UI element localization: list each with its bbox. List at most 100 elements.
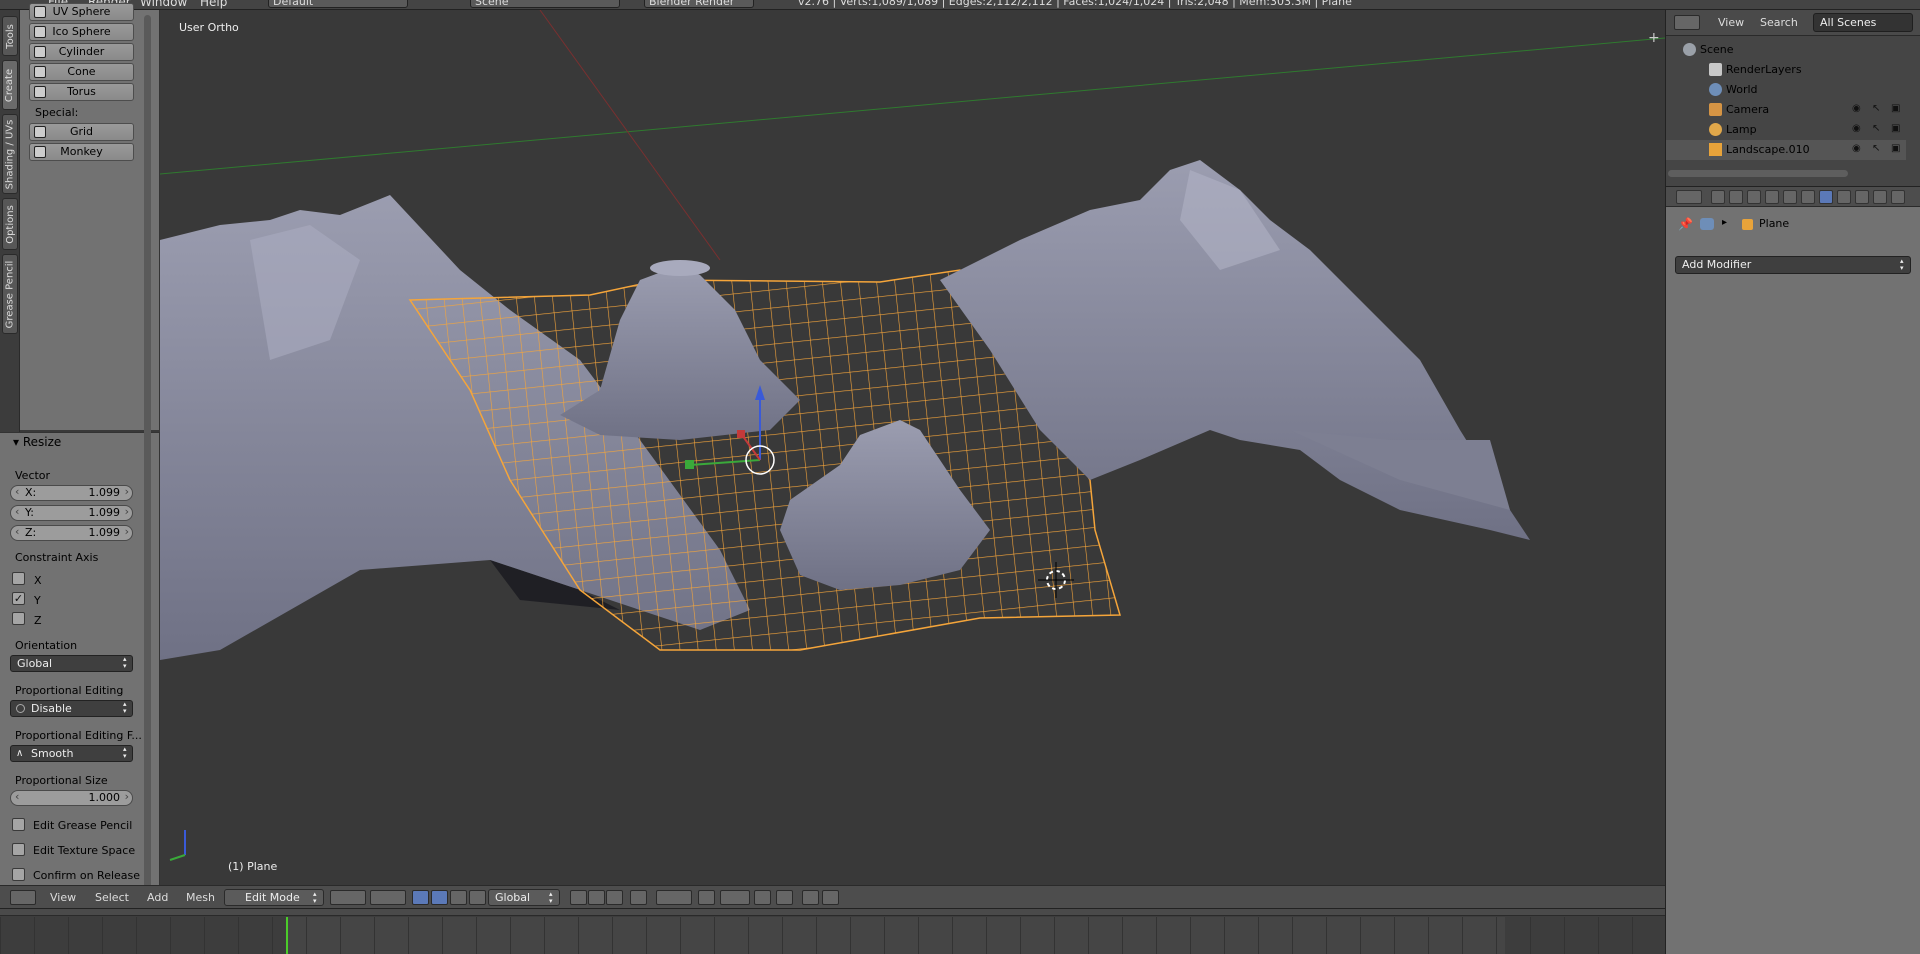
layout-selector[interactable]: Default [268,0,408,8]
rotate-manipulator-icon[interactable] [450,890,467,905]
proportional-off-icon [16,704,25,713]
proportional-editing-icon[interactable] [656,890,692,905]
add-modifier-select[interactable]: Add Modifier [1675,256,1911,274]
selectability-arrow-icon[interactable]: ↖ [1872,143,1880,154]
constraints-tab-icon[interactable] [1801,190,1815,204]
world-tab-icon[interactable] [1765,190,1779,204]
proportional-falloff-select[interactable]: ∧ Smooth [10,745,133,762]
tool-shelf-scrollbar[interactable] [144,15,151,895]
add-torus-button[interactable]: Torus [29,83,134,101]
snap-element-icon[interactable] [720,890,750,905]
vector-x-field[interactable]: X:1.099 [10,485,133,501]
menu-mesh[interactable]: Mesh [186,889,215,906]
render-image-icon[interactable] [802,890,819,905]
edit-grease-pencil-checkbox[interactable] [12,818,25,831]
scene-tab-icon[interactable] [1747,190,1761,204]
tab-create[interactable]: Create [2,60,18,110]
texture-tab-icon[interactable] [1873,190,1887,204]
manipulator-toggle-icon[interactable] [412,890,429,905]
outliner-row-renderlayers[interactable]: RenderLayers [1666,60,1906,80]
visibility-eye-icon[interactable]: ◉ [1852,143,1861,154]
render-tab-icon[interactable] [1711,190,1725,204]
renderability-camera-icon[interactable]: ▣ [1891,143,1900,154]
scale-manipulator-icon[interactable] [469,890,486,905]
vector-z-field[interactable]: Z:1.099 [10,525,133,541]
confirm-on-release-label: Confirm on Release [33,869,141,882]
constraint-x-checkbox[interactable] [12,572,25,585]
outliner-menu-view[interactable]: View [1718,16,1744,29]
outliner: View Search All Scenes Scene RenderLayer… [1665,10,1920,186]
menu-select[interactable]: Select [95,889,129,906]
visibility-eye-icon[interactable]: ◉ [1852,103,1861,114]
data-tab-icon[interactable] [1837,190,1851,204]
pivot-point-icon[interactable] [370,890,406,905]
proportional-size-field[interactable]: 1.000 [10,790,133,806]
render-layers-tab-icon[interactable] [1729,190,1743,204]
add-uv-sphere-button[interactable]: UV Sphere [29,3,134,21]
confirm-on-release-checkbox[interactable] [12,868,25,881]
edit-texture-space-label: Edit Texture Space [33,844,136,857]
limit-selection-icon[interactable] [630,890,647,905]
outliner-row-scene[interactable]: Scene [1666,40,1906,60]
edge-select-icon[interactable] [588,890,605,905]
tab-options[interactable]: Options [2,198,18,250]
transform-orientation-select[interactable]: Global [488,889,560,906]
material-tab-icon[interactable] [1855,190,1869,204]
3d-viewport[interactable]: + User Ortho (1) Plane [160,10,1665,885]
outliner-row-lamp[interactable]: Lamp ◉ ↖ ▣ [1666,120,1906,140]
add-ico-sphere-button[interactable]: Ico Sphere [29,23,134,41]
tab-grease-pencil[interactable]: Grease Pencil [2,254,18,334]
scene-selector[interactable]: Scene [470,0,620,8]
viewport-shading-icon[interactable] [330,890,366,905]
object-tab-icon[interactable] [1783,190,1797,204]
modifiers-tab-icon[interactable] [1819,190,1833,204]
orientation-label: Orientation [15,639,78,652]
menu-window[interactable]: Window [140,0,187,9]
menu-help[interactable]: Help [200,0,227,9]
editor-type-icon[interactable] [10,890,36,905]
render-engine-selector[interactable]: Blender Render [644,0,754,8]
constraint-z-checkbox[interactable] [12,612,25,625]
face-select-icon[interactable] [606,890,623,905]
outliner-editor-type-icon[interactable] [1674,15,1700,30]
proportional-editing-select[interactable]: Disable [10,700,133,717]
renderability-camera-icon[interactable]: ▣ [1891,123,1900,134]
properties-editor-type-icon[interactable] [1676,190,1702,204]
menu-view[interactable]: View [50,889,76,906]
constraint-y-label: Y [34,594,41,607]
outliner-row-camera[interactable]: Camera ◉ ↖ ▣ [1666,100,1906,120]
vector-y-field[interactable]: Y:1.099 [10,505,133,521]
outliner-display-mode[interactable]: All Scenes [1813,13,1913,32]
tab-tools[interactable]: Tools [2,16,18,56]
particles-tab-icon[interactable] [1891,190,1905,204]
opengl-render-icon[interactable] [776,890,793,905]
timeline[interactable] [0,908,1665,954]
outliner-row-landscape[interactable]: Landscape.010 ◉ ↖ ▣ [1666,140,1906,160]
redo-panel-header[interactable]: ▾ Resize [13,435,61,449]
tab-shading-uvs[interactable]: Shading / UVs [2,114,18,194]
vertex-select-icon[interactable] [570,890,587,905]
add-cone-button[interactable]: Cone [29,63,134,81]
menu-add[interactable]: Add [147,889,168,906]
region-expand-icon[interactable]: + [1648,30,1660,46]
constraint-y-checkbox[interactable]: ✓ [12,592,25,605]
add-cylinder-button[interactable]: Cylinder [29,43,134,61]
translate-manipulator-icon[interactable] [431,890,448,905]
renderability-camera-icon[interactable]: ▣ [1891,103,1900,114]
visibility-eye-icon[interactable]: ◉ [1852,123,1861,134]
selectability-arrow-icon[interactable]: ↖ [1872,103,1880,114]
orientation-select[interactable]: Global [10,655,133,672]
current-frame-marker[interactable] [286,917,288,954]
add-grid-button[interactable]: Grid [29,123,134,141]
selectability-arrow-icon[interactable]: ↖ [1872,123,1880,134]
render-animation-icon[interactable] [822,890,839,905]
add-monkey-button[interactable]: Monkey [29,143,134,161]
outliner-menu-search[interactable]: Search [1760,16,1798,29]
outliner-row-world[interactable]: World [1666,80,1906,100]
outliner-hscrollbar[interactable] [1668,170,1848,177]
snap-target-icon[interactable] [754,890,771,905]
pin-icon[interactable]: 📌 [1678,217,1693,231]
mode-select[interactable]: Edit Mode [224,889,324,906]
edit-texture-space-checkbox[interactable] [12,843,25,856]
snap-toggle-icon[interactable] [698,890,715,905]
